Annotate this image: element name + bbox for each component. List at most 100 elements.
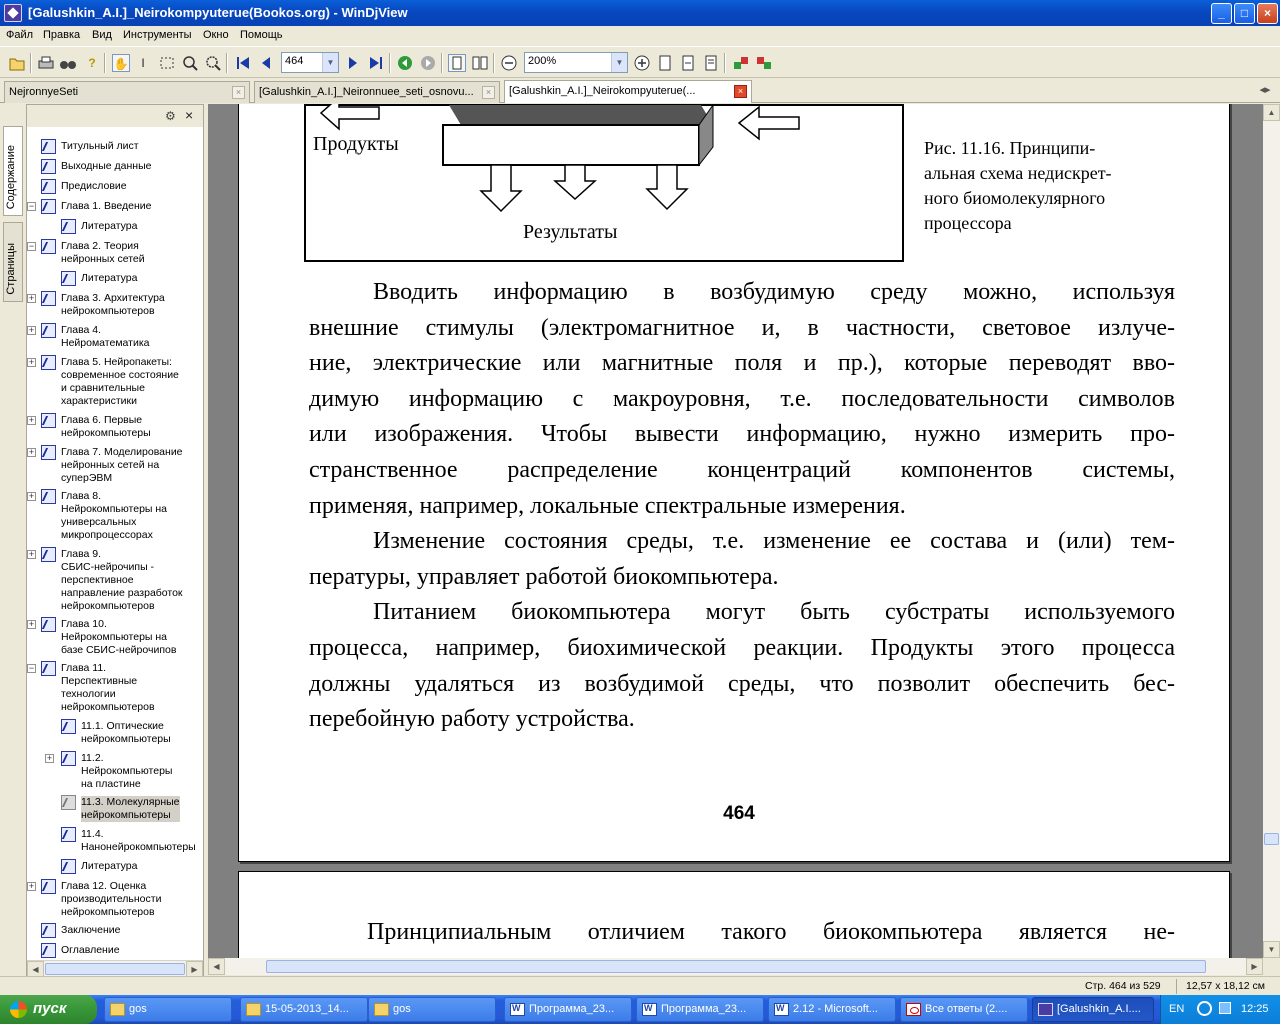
toc-item[interactable]: Глава 2. Теория нейронных сетей bbox=[61, 240, 145, 266]
prev-page-icon[interactable] bbox=[257, 54, 275, 72]
zoom-icon[interactable] bbox=[181, 54, 199, 72]
toc-item[interactable]: Глава 5. Нейропакеты: современное состоя… bbox=[61, 356, 179, 408]
select-rect-icon[interactable] bbox=[158, 54, 176, 72]
close-icon[interactable]: × bbox=[482, 86, 495, 99]
collapse-icon[interactable]: − bbox=[27, 664, 36, 673]
toc-item[interactable]: 11.1. Оптические нейрокомпьютеры bbox=[81, 720, 171, 746]
fit-width-icon[interactable] bbox=[679, 54, 697, 72]
back-arrow-icon[interactable] bbox=[1197, 1001, 1212, 1016]
menu-help[interactable]: Помощь bbox=[240, 29, 283, 41]
panel-horizontal-scrollbar[interactable]: ◀ ▶ bbox=[27, 960, 203, 978]
toc-item[interactable]: Глава 10. Нейрокомпьютеры на базе СБИС-н… bbox=[61, 618, 176, 657]
close-icon[interactable]: × bbox=[734, 85, 747, 98]
expand-icon[interactable]: + bbox=[27, 882, 36, 891]
close-icon[interactable]: × bbox=[185, 107, 193, 123]
toc-item[interactable]: 11.3. Молекулярные нейрокомпьютеры bbox=[81, 796, 180, 822]
expand-icon[interactable]: + bbox=[27, 492, 36, 501]
forward-icon[interactable] bbox=[419, 54, 437, 72]
menu-view[interactable]: Вид bbox=[92, 29, 112, 41]
collapse-icon[interactable]: − bbox=[27, 242, 36, 251]
print-icon[interactable] bbox=[37, 54, 55, 72]
close-icon[interactable]: × bbox=[232, 86, 245, 99]
app-icon[interactable] bbox=[4, 4, 22, 22]
document-view[interactable]: Продукты Результаты Рис. 11.16. Принципи… bbox=[208, 104, 1263, 958]
tab-contents[interactable]: Содержание bbox=[3, 126, 23, 216]
close-button[interactable]: × bbox=[1257, 3, 1278, 24]
zoom-out-icon[interactable] bbox=[500, 54, 518, 72]
next-page-icon[interactable] bbox=[344, 54, 362, 72]
back-icon[interactable] bbox=[396, 54, 414, 72]
toc-item[interactable]: Литература bbox=[81, 860, 137, 873]
toc-item[interactable]: Глава 9. СБИС-нейрочипы - перспективное … bbox=[61, 548, 183, 613]
last-page-icon[interactable] bbox=[367, 54, 385, 72]
taskbar-button[interactable]: gos bbox=[368, 997, 496, 1022]
chevron-down-icon[interactable]: ▼ bbox=[322, 53, 338, 72]
scroll-left-icon[interactable]: ◀ bbox=[208, 958, 225, 975]
taskbar-button[interactable]: 2.12 - Microsoft... bbox=[768, 997, 896, 1022]
open-icon[interactable] bbox=[8, 54, 26, 72]
chevron-down-icon[interactable]: ▼ bbox=[611, 53, 627, 72]
vertical-scrollbar[interactable]: ▲ ▼ bbox=[1263, 104, 1280, 958]
expand-icon[interactable]: + bbox=[27, 550, 36, 559]
gear-icon[interactable]: ⚙ bbox=[165, 109, 176, 123]
scroll-up-icon[interactable]: ▲ bbox=[1263, 104, 1280, 121]
zoom-in-icon[interactable] bbox=[633, 54, 651, 72]
scroll-right-icon[interactable]: ▶ bbox=[1246, 958, 1263, 975]
tab-neirokompyuterue[interactable]: [Galushkin_A.I.]_Neirokompyuterue(... × bbox=[504, 80, 752, 103]
select-text-icon[interactable]: I bbox=[134, 54, 152, 72]
zoom-rect-icon[interactable] bbox=[204, 54, 222, 72]
taskbar-button[interactable]: Программа_23... bbox=[636, 997, 764, 1022]
find-icon[interactable] bbox=[59, 54, 77, 72]
toc-item[interactable]: 11.4. Нанонейрокомпьютеры bbox=[81, 828, 196, 854]
expand-icon[interactable]: + bbox=[27, 326, 36, 335]
network-icon[interactable] bbox=[1219, 1002, 1231, 1014]
tab-nejronnyeseti[interactable]: NejronnyeSeti × bbox=[4, 81, 250, 103]
taskbar-button[interactable]: [Galushkin_A.I.... bbox=[1032, 997, 1154, 1022]
scrollbar-thumb[interactable] bbox=[45, 963, 185, 975]
taskbar-button[interactable]: Программа_23... bbox=[504, 997, 632, 1022]
taskbar-button[interactable]: 15-05-2013_14... bbox=[240, 997, 368, 1022]
toc-item[interactable]: Предисловие bbox=[61, 180, 127, 193]
rotate-left-icon[interactable] bbox=[732, 54, 750, 72]
toc-item[interactable]: Глава 7. Моделирование нейронных сетей н… bbox=[61, 446, 183, 485]
toc-item[interactable]: Глава 4. Нейроматематика bbox=[61, 324, 150, 350]
language-indicator[interactable]: EN bbox=[1169, 1003, 1184, 1015]
toc-item[interactable]: Глава 11. Перспективные технологии нейро… bbox=[61, 662, 155, 714]
expand-icon[interactable]: + bbox=[45, 754, 54, 763]
scroll-down-icon[interactable]: ▼ bbox=[1263, 941, 1280, 958]
rotate-right-icon[interactable] bbox=[755, 54, 773, 72]
menu-window[interactable]: Окно bbox=[203, 29, 229, 41]
tab-neironnuee-seti[interactable]: [Galushkin_A.I.]_Neironnuee_seti_osnovu.… bbox=[254, 81, 500, 103]
menu-file[interactable]: Файл bbox=[6, 29, 33, 41]
taskbar-button[interactable]: Все ответы (2.... bbox=[900, 997, 1028, 1022]
collapse-icon[interactable]: − bbox=[27, 202, 36, 211]
toc-item[interactable]: Титульный лист bbox=[61, 140, 139, 153]
toc-item[interactable]: Оглавление bbox=[61, 944, 120, 957]
actual-size-icon[interactable] bbox=[702, 54, 720, 72]
toc-item[interactable]: Литература bbox=[81, 220, 137, 233]
toc-item[interactable]: Глава 12. Оценка производительности нейр… bbox=[61, 880, 161, 919]
minimize-button[interactable]: _ bbox=[1211, 3, 1232, 24]
zoom-select[interactable]: 200% ▼ bbox=[524, 52, 628, 73]
expand-icon[interactable]: + bbox=[27, 358, 36, 367]
expand-icon[interactable]: + bbox=[27, 416, 36, 425]
fit-page-icon[interactable] bbox=[656, 54, 674, 72]
menu-edit[interactable]: Правка bbox=[43, 29, 80, 41]
single-page-icon[interactable] bbox=[448, 54, 466, 72]
tab-pages[interactable]: Страницы bbox=[3, 222, 23, 302]
toc-item[interactable]: Литература bbox=[81, 272, 137, 285]
toc-item[interactable]: Выходные данные bbox=[61, 160, 151, 173]
toc-item[interactable]: 11.2. Нейрокомпьютеры на пластине bbox=[81, 752, 172, 791]
hand-icon[interactable]: ✋ bbox=[112, 54, 130, 72]
toc-item[interactable]: Глава 8. Нейрокомпьютеры на универсальны… bbox=[61, 490, 167, 542]
toc-item[interactable]: Глава 1. Введение bbox=[61, 200, 152, 213]
toc-item[interactable]: Глава 6. Первые нейрокомпьютеры bbox=[61, 414, 151, 440]
tab-scroll-icon[interactable]: ◂▸ bbox=[1254, 83, 1276, 101]
maximize-button[interactable]: □ bbox=[1234, 3, 1255, 24]
expand-icon[interactable]: + bbox=[27, 448, 36, 457]
help-icon[interactable]: ? bbox=[83, 54, 101, 72]
taskbar-button[interactable]: gos bbox=[104, 997, 232, 1022]
page-number-input[interactable]: 464 ▼ bbox=[281, 52, 339, 73]
toc-item[interactable]: Заключение bbox=[61, 924, 120, 937]
expand-icon[interactable]: + bbox=[27, 620, 36, 629]
